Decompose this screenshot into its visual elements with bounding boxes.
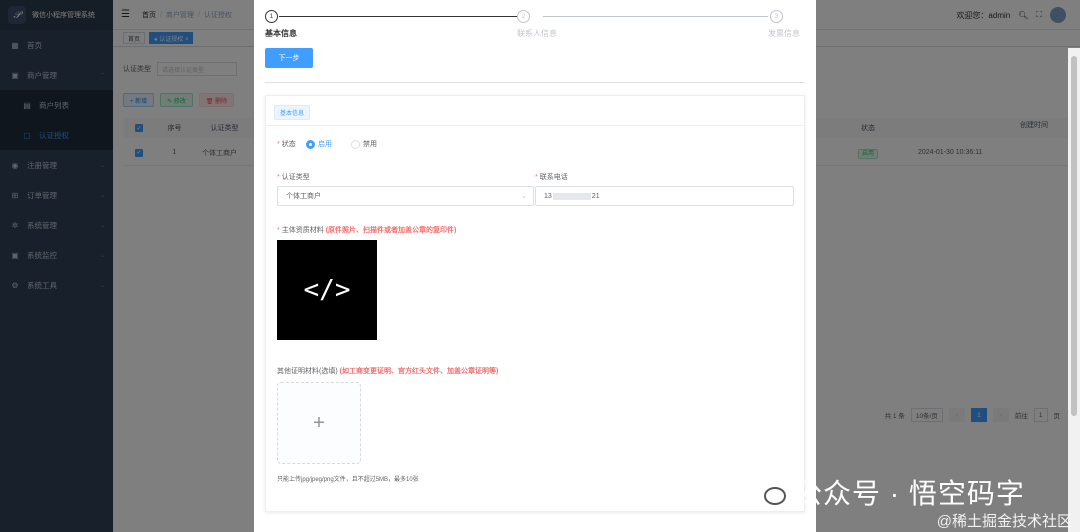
- watermark-text: 公众号 · 悟空码字: [794, 478, 1025, 509]
- main-material-label: * 主体资质材料 (原件照片、扫描件或者加盖公章的复印件): [277, 227, 457, 234]
- step-3-icon: 3: [770, 10, 783, 23]
- type-select[interactable]: 个体工商户 ⌄: [277, 186, 534, 206]
- uploaded-image-code-icon[interactable]: </>: [277, 240, 377, 340]
- step-line-1: [279, 16, 527, 17]
- next-step-button[interactable]: 下一步: [265, 48, 313, 68]
- card-title-tag: 基本信息: [274, 105, 311, 120]
- scrollbar[interactable]: [1068, 48, 1080, 532]
- step-line-2: [543, 16, 768, 17]
- step-3-title: 发票信息: [768, 29, 800, 38]
- chevron-down-icon: ⌄: [521, 193, 527, 200]
- watermark-sub: @稀土掘金技术社区: [936, 513, 1072, 530]
- upload-tip: 只能上传jpg/jpeg/png文件，且不超过5MB，最多10张: [277, 477, 419, 483]
- status-enabled-radio[interactable]: 启用: [306, 139, 332, 149]
- step-1-icon: 1: [265, 10, 278, 23]
- other-material-label: 其他证明材料(选填) (如工商变更证明、官方红头文件、加盖公章证明等): [277, 368, 499, 375]
- divider: [265, 82, 805, 83]
- type-label: * 认证类型: [277, 174, 310, 181]
- watermark: 公众号 · 悟空码字: [750, 472, 1025, 512]
- phone-input[interactable]: 13 21: [535, 186, 794, 206]
- step-2-title: 联系人信息: [517, 29, 557, 38]
- upload-plus-button[interactable]: +: [277, 382, 361, 464]
- step-2-icon: 2: [517, 10, 530, 23]
- radio-dot-on: [306, 139, 315, 149]
- wechat-icon: [750, 477, 788, 507]
- auth-drawer: 1 2 3 基本信息 联系人信息 发票信息 下一步 基本信息 * 状态 启用 禁用…: [254, 0, 816, 532]
- steps: 1 2 3 基本信息 联系人信息 发票信息: [265, 10, 805, 44]
- radio-dot-off: [351, 139, 360, 149]
- step-1-title: 基本信息: [265, 29, 297, 38]
- phone-label: * 联系电话: [535, 174, 568, 181]
- status-disabled-radio[interactable]: 禁用: [351, 139, 377, 149]
- redacted-digits: [552, 192, 591, 200]
- scrollbar-thumb[interactable]: [1071, 56, 1077, 416]
- status-label: * 状态: [277, 141, 296, 148]
- card-header: 基本信息: [266, 96, 804, 126]
- basic-info-card: 基本信息 * 状态 启用 禁用 * 认证类型 个体工商户 ⌄ * 联系电话 13 21 *…: [265, 95, 805, 512]
